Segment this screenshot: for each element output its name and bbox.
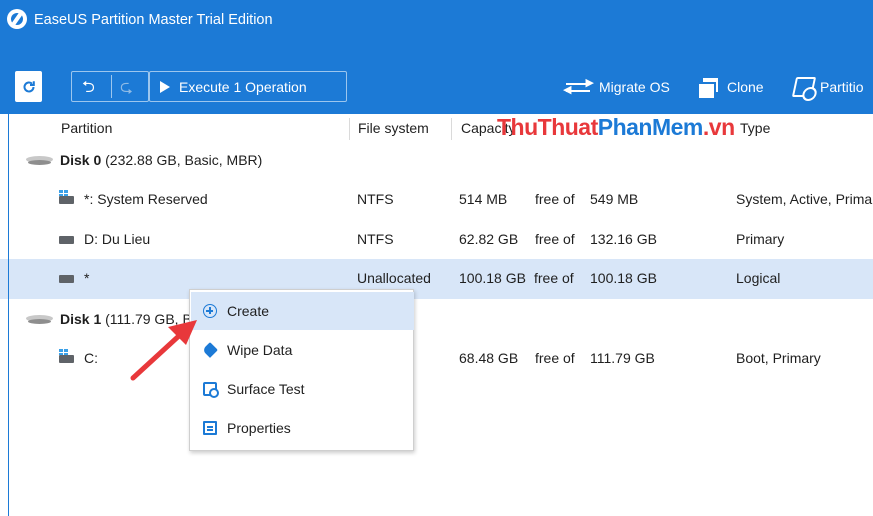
properties-icon [203,421,217,435]
partition-name: D: Du Lieu [84,231,151,247]
partition-type: System, Active, Prima [736,191,873,207]
execute-label: Execute 1 Operation [179,78,307,95]
migrate-icon: ▶ ◀ [563,77,594,96]
watermark: ThuThuatPhanMem.vn [497,114,735,140]
column-divider[interactable] [451,118,452,140]
partition-free-of: free of [535,191,575,207]
disk-label: Disk 1 (111.79 GB, B [60,311,192,327]
create-icon [203,304,217,318]
execute-operation-button[interactable]: Execute 1 Operation [149,71,347,102]
partition-drive-icon [59,236,74,244]
partition-used: 62.82 GB [459,231,519,247]
partition-total: 111.79 GB [590,350,655,366]
app-logo-icon [7,9,27,29]
menu-item-label: Wipe Data [227,342,293,358]
partition-fs: Unallocated [357,270,431,286]
windows-partition-icon [59,190,74,204]
partition-row[interactable]: *: System Reserved NTFS 514 MB free of 5… [0,180,873,220]
title-bar: EaseUS Partition Master Trial Edition [0,0,873,45]
partition-free-of: free of [535,231,575,247]
partition-label: Partitio [820,79,864,95]
play-icon [160,80,170,93]
menu-item-properties[interactable]: Properties [191,409,414,447]
undo-icon[interactable]: ⮌ [82,76,95,103]
surface-test-icon [203,382,219,398]
migrate-os-button[interactable]: ▶ ◀ Migrate OS [563,72,670,102]
partition-fs: NTFS [357,231,394,247]
partition-row[interactable]: C: 68.48 GB free of 111.79 GB Boot, Prim… [0,339,873,379]
redo-icon[interactable]: ⮎ [120,76,133,103]
partition-free-of: free of [534,270,574,286]
disk-row[interactable]: Disk 0 (232.88 GB, Basic, MBR) [0,140,873,180]
partition-drive-icon [59,275,74,283]
column-header-file-system[interactable]: File system [358,120,429,138]
menu-item-surface-test[interactable]: Surface Test [191,370,414,408]
windows-partition-icon [59,349,74,363]
context-menu: Create Wipe Data Surface Test Properties [189,289,414,451]
partition-used: 68.48 GB [459,350,519,366]
clone-button[interactable]: Clone [699,72,764,102]
partition-button[interactable]: Partitio [791,72,864,102]
column-header-partition[interactable]: Partition [61,120,112,138]
partition-icon [791,77,817,97]
partition-type: Primary [736,231,785,247]
window-title: EaseUS Partition Master Trial Edition [34,12,273,28]
partition-type: Boot, Primary [736,350,821,366]
migrate-label: Migrate OS [599,79,670,95]
refresh-button[interactable] [15,71,42,102]
partition-list: Partition File system Capacity Type ThuT… [0,114,873,516]
wipe-icon [202,342,218,358]
menu-item-label: Create [227,303,270,319]
divider [111,75,112,98]
partition-type: Logical [736,270,781,286]
partition-used: 514 MB [459,191,508,207]
disk-row[interactable]: Disk 1 (111.79 GB, B [0,299,873,339]
panel-border [8,114,9,516]
undo-redo-group: ⮌ ⮎ [71,71,149,102]
menu-item-wipe-data[interactable]: Wipe Data [191,331,414,369]
partition-total: 549 MB [590,191,639,207]
partition-fs: NTFS [357,191,394,207]
partition-row[interactable]: D: Du Lieu NTFS 62.82 GB free of 132.16 … [0,220,873,260]
refresh-icon [23,80,35,92]
disk-label: Disk 0 (232.88 GB, Basic, MBR) [60,152,263,168]
partition-total: 132.16 GB [590,231,657,247]
hard-disk-icon [26,156,53,166]
partition-used: 100.18 GB [459,270,526,286]
hard-disk-icon [26,315,53,325]
partition-name: C: [84,350,98,366]
menu-item-label: Surface Test [227,381,305,397]
menu-item-label: Properties [227,420,291,436]
partition-name: * [84,270,90,286]
column-divider[interactable] [349,118,350,140]
partition-row-selected[interactable]: * Unallocated 100.18 GB free of 100.18 G… [0,259,873,299]
column-header-type[interactable]: Type [740,120,770,138]
clone-icon [699,78,719,98]
partition-total: 100.18 GB [590,270,657,286]
menu-item-create[interactable]: Create [191,292,414,330]
clone-label: Clone [727,79,764,95]
partition-name: *: System Reserved [84,191,208,207]
partition-free-of: free of [535,350,575,366]
